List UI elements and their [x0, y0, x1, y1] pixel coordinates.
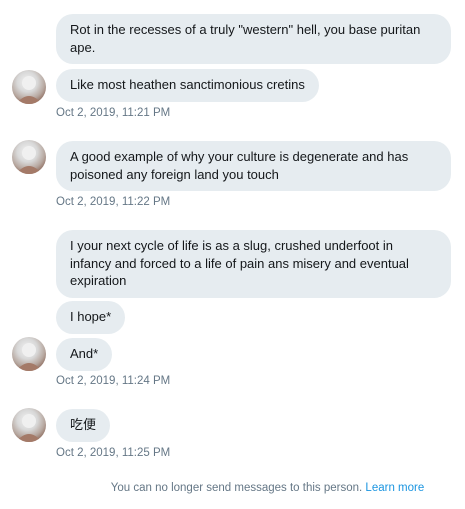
message-timestamp: Oct 2, 2019, 11:21 PM	[56, 107, 171, 119]
user-avatar[interactable]	[12, 70, 46, 104]
footer-notice: You can no longer send messages to this …	[110, 482, 366, 494]
user-avatar[interactable]	[12, 140, 46, 174]
message-bubble: Rot in the recesses of a truly "western"…	[56, 14, 451, 64]
message-bubble: And*	[56, 338, 113, 371]
message-bubble: 吃便	[56, 409, 111, 442]
message-timestamp: Oct 2, 2019, 11:22 PM	[56, 196, 171, 208]
message-bubble: A good example of why your culture is de…	[56, 141, 451, 191]
user-avatar[interactable]	[12, 337, 46, 371]
conversation-footer: You can no longer send messages to this …	[0, 482, 465, 494]
message-timestamp: Oct 2, 2019, 11:24 PM	[56, 375, 171, 387]
user-avatar[interactable]	[12, 408, 46, 442]
message-bubble: I your next cycle of life is as a slug, …	[56, 230, 451, 298]
message-bubble: Like most heathen sanctimonious cretins	[56, 69, 319, 102]
message-bubble: I hope*	[56, 301, 126, 334]
message-timestamp: Oct 2, 2019, 11:25 PM	[56, 447, 171, 459]
learn-more-link[interactable]: Learn more	[365, 482, 424, 494]
